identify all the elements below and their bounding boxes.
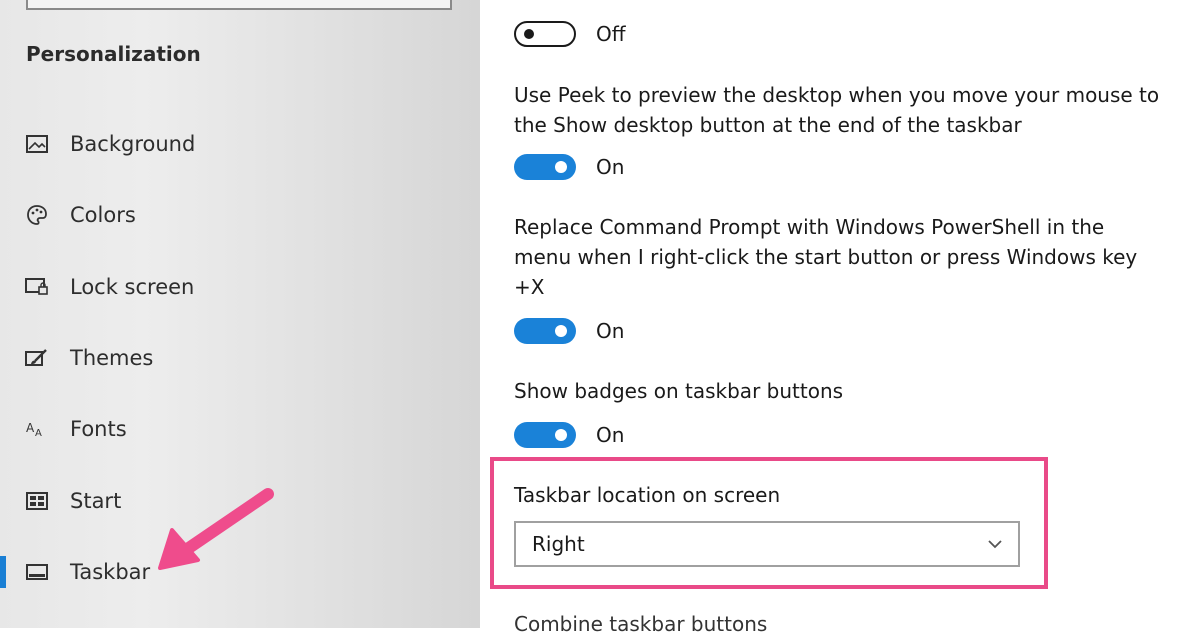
peek-toggle[interactable]: [514, 154, 576, 180]
sidebar-item-label: Lock screen: [70, 275, 195, 299]
toggle-row-badges: On: [514, 422, 624, 448]
picture-icon: [24, 131, 50, 157]
toggle-switch[interactable]: [514, 21, 576, 47]
powershell-toggle[interactable]: [514, 318, 576, 344]
toggle-state-label: On: [596, 319, 625, 343]
search-input[interactable]: [26, 0, 452, 10]
sidebar-item-label: Fonts: [70, 417, 127, 441]
toggle-row-peek: On: [514, 154, 624, 180]
palette-icon: [24, 202, 50, 228]
sidebar-item-fonts[interactable]: AA Fonts: [0, 399, 480, 459]
start-tiles-icon: [24, 488, 50, 514]
dropdown-value: Right: [532, 532, 585, 556]
sidebar: Personalization Background Colors Lock s…: [0, 0, 480, 628]
sidebar-item-themes[interactable]: Themes: [0, 328, 480, 388]
toggle-row-powershell: On: [514, 318, 624, 344]
badges-toggle[interactable]: [514, 422, 576, 448]
toggle-knob: [524, 29, 534, 39]
setting-label-peek: Use Peek to preview the desktop when you…: [514, 83, 1160, 137]
svg-text:A: A: [26, 421, 35, 435]
taskbar-location-dropdown[interactable]: Right: [514, 521, 1020, 567]
sidebar-item-background[interactable]: Background: [0, 114, 480, 174]
sidebar-item-label: Background: [70, 132, 196, 156]
setting-label-powershell: Replace Command Prompt with Windows Powe…: [514, 215, 1138, 299]
chevron-down-icon: [988, 540, 1002, 549]
toggle-state-label: On: [596, 423, 625, 447]
sidebar-item-label: Taskbar: [70, 560, 151, 584]
toggle-knob: [555, 161, 567, 173]
pink-arrow-icon: [158, 488, 274, 570]
sidebar-item-label: Themes: [70, 346, 154, 370]
sidebar-item-colors[interactable]: Colors: [0, 185, 480, 245]
taskbar-icon: [24, 559, 50, 585]
brush-icon: [24, 345, 50, 371]
main-panel: Off Use Peek to preview the desktop when…: [480, 0, 1196, 636]
toggle-state-label: On: [596, 155, 625, 179]
sidebar-item-lock-screen[interactable]: Lock screen: [0, 257, 480, 317]
sidebar-item-label: Start: [70, 489, 122, 513]
toggle-state-label: Off: [596, 22, 626, 46]
combine-taskbar-heading: Combine taskbar buttons: [514, 612, 768, 636]
taskbar-location-label: Taskbar location on screen: [514, 483, 781, 507]
sidebar-item-label: Colors: [70, 203, 136, 227]
toggle-knob: [555, 429, 567, 441]
setting-label-badges: Show badges on taskbar buttons: [514, 379, 844, 403]
active-indicator: [0, 556, 6, 588]
section-title: Personalization: [26, 42, 201, 66]
toggle-row-top: Off: [514, 21, 626, 47]
svg-text:A: A: [35, 428, 42, 439]
toggle-knob: [555, 325, 567, 337]
font-icon: AA: [24, 416, 50, 442]
lock-screen-icon: [24, 274, 50, 300]
